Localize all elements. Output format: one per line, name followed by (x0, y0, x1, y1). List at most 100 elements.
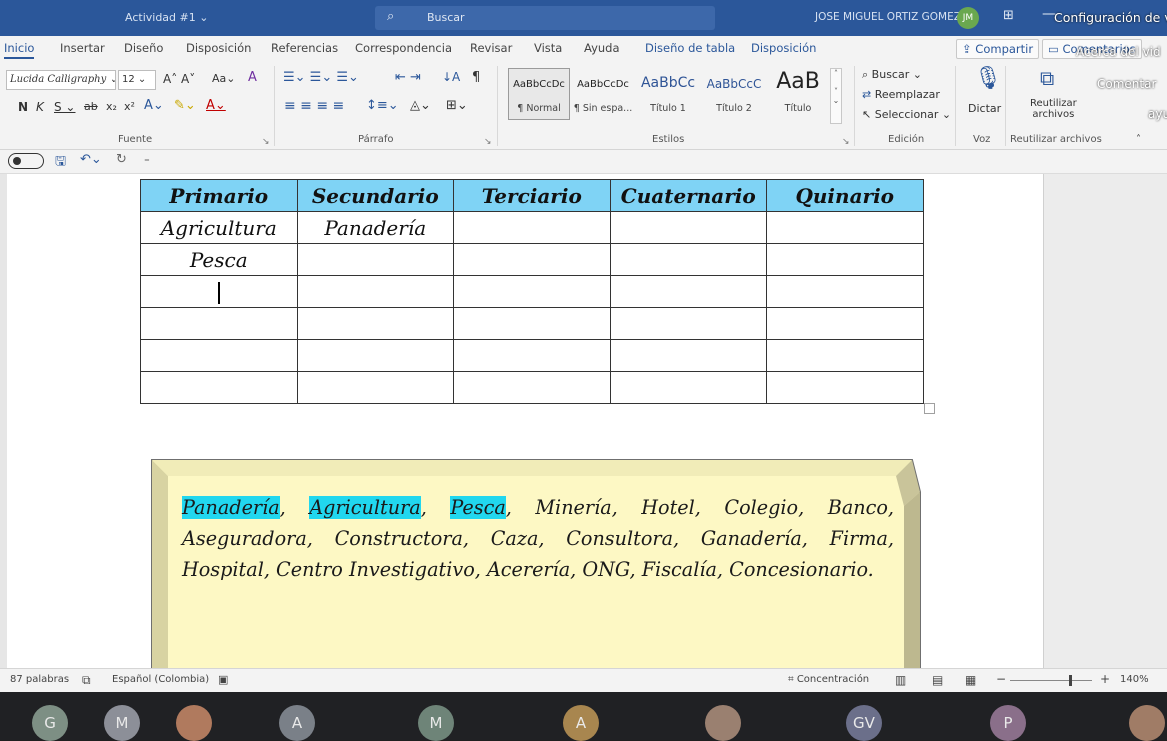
tab-referencias[interactable]: Referencias (271, 41, 338, 55)
table-cell[interactable] (766, 211, 924, 244)
header-cell-secundario[interactable]: Secundario (296, 179, 454, 212)
table-cell[interactable] (609, 275, 767, 308)
styles-gallery-scroll[interactable]: ˄ ˅ ⌄ (830, 68, 842, 124)
font-dialog-launcher-icon[interactable]: ↘ (262, 137, 270, 147)
header-cell-cuaternario[interactable]: Cuaternario (609, 179, 767, 212)
autosave-toggle[interactable] (8, 153, 44, 169)
line-spacing-icon[interactable]: ↕≡⌄ (366, 98, 399, 113)
reuse-files-button[interactable]: Reutilizar archivos (1030, 98, 1077, 120)
accessibility-icon[interactable]: ▣ (218, 673, 228, 686)
customize-toolbar-icon[interactable]: ₌ (144, 152, 150, 165)
bullets-icon[interactable]: ☰⌄ ☰⌄ ☰⌄ (283, 70, 359, 85)
save-icon[interactable]: 🖫 (55, 152, 66, 174)
style-normal[interactable]: AaBbCcDc ¶ Normal (508, 68, 570, 120)
clear-format-icon[interactable]: A (248, 70, 257, 85)
table-cell[interactable] (453, 243, 611, 276)
paragraph-dialog-launcher-icon[interactable]: ↘ (484, 137, 492, 147)
tab-vista[interactable]: Vista (534, 41, 562, 55)
word-count[interactable]: 87 palabras (10, 674, 69, 685)
document-title[interactable]: Actividad #1 ⌄ (125, 11, 208, 24)
tab-disposicion-tabla[interactable]: Disposición (751, 41, 816, 55)
participant-avatar[interactable]: A (563, 705, 599, 741)
meeting-menu-video-settings[interactable]: Configuración de víd (1054, 10, 1167, 25)
replace-button[interactable]: ⇄ Reemplazar (862, 88, 940, 101)
participant-avatar[interactable]: P (990, 705, 1026, 741)
styles-dialog-launcher-icon[interactable]: ↘ (842, 137, 850, 147)
table-cell[interactable] (766, 371, 924, 404)
italic-icon[interactable]: K (36, 100, 44, 114)
table-cell[interactable] (453, 275, 611, 308)
table-cell[interactable] (766, 307, 924, 340)
tab-inicio[interactable]: Inicio (4, 41, 35, 59)
reuse-files-icon[interactable]: ⧉ (1040, 66, 1054, 90)
find-button[interactable]: ⌕ Buscar ⌄ (862, 68, 922, 82)
participant-avatar[interactable]: GV (846, 705, 882, 741)
text-effects-icon[interactable]: A⌄ (144, 98, 164, 113)
table-cell[interactable] (766, 275, 924, 308)
bold-icon[interactable]: N (18, 100, 28, 114)
word-bank-text[interactable]: Panadería, Agricultura, Pesca, Minería, … (182, 492, 894, 585)
avatar[interactable]: JM (957, 7, 979, 29)
table-cell[interactable] (609, 211, 767, 244)
style-heading-1[interactable]: AaBbCc Título 1 (636, 68, 700, 120)
print-layout-icon[interactable]: ▤ (932, 673, 943, 687)
collapse-ribbon-icon[interactable]: ˄ (1136, 134, 1141, 145)
change-case-icon[interactable]: Aa⌄ (212, 72, 235, 85)
sectors-table[interactable]: Primario Secundario Terciario Cuaternari… (140, 179, 924, 404)
table-cell[interactable] (453, 211, 611, 244)
dictate-button[interactable]: Dictar (968, 102, 1001, 115)
participant-photo[interactable] (176, 705, 212, 741)
microphone-icon[interactable]: 🎙 (974, 66, 1002, 91)
table-cell[interactable] (296, 275, 454, 308)
shading-icon[interactable]: ◬⌄ (410, 98, 431, 113)
table-cell[interactable] (296, 243, 454, 276)
strikethrough-icon[interactable]: ab (84, 100, 98, 113)
font-color-icon[interactable]: A⌄ (206, 98, 226, 113)
sort-icon[interactable]: ↓A (442, 70, 460, 84)
participant-avatar[interactable]: G (32, 705, 68, 741)
font-name-combo[interactable]: Lucida Calligraphy ⌄ (6, 70, 116, 90)
grow-font-icon[interactable]: A˄ A˅ (163, 72, 195, 86)
highlight-icon[interactable]: ✎⌄ (174, 98, 196, 113)
table-cell[interactable] (453, 339, 611, 372)
subscript-icon[interactable]: x₂ (106, 100, 117, 113)
meeting-menu-about-video[interactable]: Acerca del vid (1076, 45, 1161, 59)
web-layout-icon[interactable]: ▦ (965, 673, 976, 687)
font-size-combo[interactable]: 12 ⌄ (118, 70, 156, 90)
style-heading-2[interactable]: AaBbCcC Título 2 (702, 68, 766, 120)
tab-correspondencia[interactable]: Correspondencia (355, 41, 452, 55)
search-box[interactable]: ⌕ Buscar (375, 6, 715, 30)
tab-disposicion[interactable]: Disposición (186, 41, 251, 55)
word-bank-box[interactable]: Panadería, Agricultura, Pesca, Minería, … (142, 452, 925, 668)
participant-avatar[interactable]: M (104, 705, 140, 741)
table-cell[interactable] (453, 371, 611, 404)
zoom-in-icon[interactable]: + (1100, 672, 1110, 686)
meeting-menu-help[interactable]: ayu (1148, 107, 1167, 121)
zoom-out-icon[interactable]: − (996, 672, 1006, 686)
focus-mode-button[interactable]: ⌗ Concentración (788, 674, 869, 685)
share-button[interactable]: ⇪ Compartir (956, 39, 1040, 59)
table-cell[interactable] (140, 339, 298, 372)
show-marks-icon[interactable]: ¶ (472, 70, 480, 85)
style-title[interactable]: AaB Título (768, 68, 828, 120)
style-no-spacing[interactable]: AaBbCcDc ¶ Sin espa... (572, 68, 634, 120)
table-cell[interactable] (296, 307, 454, 340)
language-status[interactable]: Español (Colombia) (112, 674, 209, 685)
undo-icon[interactable]: ↶⌄ (80, 152, 102, 167)
table-cell[interactable] (296, 371, 454, 404)
tab-diseno[interactable]: Diseño (124, 41, 163, 55)
proofing-icon[interactable]: ⧉ (82, 673, 91, 688)
underline-icon[interactable]: S ⌄ (54, 100, 76, 114)
participant-photo[interactable] (705, 705, 741, 741)
superscript-icon[interactable]: x² (124, 100, 135, 113)
table-cell[interactable] (766, 243, 924, 276)
align-icon[interactable]: ≡ ≡ ≡ ≡ (284, 98, 344, 114)
participant-avatar[interactable]: M (418, 705, 454, 741)
table-cell[interactable] (609, 339, 767, 372)
table-cell[interactable] (609, 371, 767, 404)
ribbon-display-icon[interactable]: ⊞ (1003, 8, 1014, 23)
table-cell[interactable]: Panadería (296, 211, 454, 244)
indent-icon[interactable]: ⇤ ⇥ (395, 70, 421, 85)
tab-revisar[interactable]: Revisar (470, 41, 512, 55)
tab-diseno-de-tabla[interactable]: Diseño de tabla (645, 41, 735, 55)
